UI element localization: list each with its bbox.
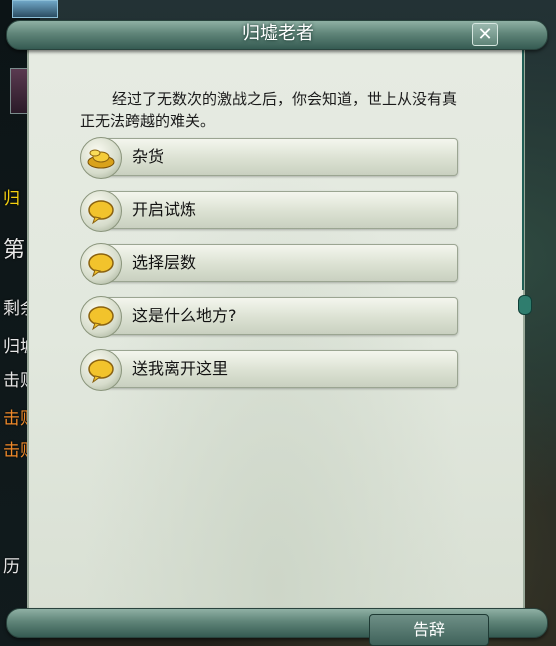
- speech-bubble-icon: [80, 243, 122, 285]
- hud-text-1: 归: [3, 189, 20, 209]
- option-what-place[interactable]: 这是什么地方?: [80, 296, 458, 338]
- option-shop[interactable]: 杂货: [80, 137, 458, 179]
- option-leave[interactable]: 送我离开这里: [80, 349, 458, 391]
- speech-bubble-icon: [80, 296, 122, 338]
- hud-text-2: 第: [3, 238, 26, 263]
- option-label: 开启试炼: [132, 200, 197, 219]
- gold-ingot-icon: [80, 137, 122, 179]
- hud-text-8: 历: [3, 557, 20, 577]
- option-label: 杂货: [132, 147, 165, 166]
- close-button[interactable]: ✕: [472, 23, 498, 46]
- option-start-trial[interactable]: 开启试炼: [80, 190, 458, 232]
- farewell-button[interactable]: 告辞: [369, 614, 489, 646]
- option-label: 选择层数: [132, 253, 197, 272]
- tassel-ornament: [518, 40, 532, 330]
- option-select-floor[interactable]: 选择层数: [80, 243, 458, 285]
- portrait-icon[interactable]: [12, 0, 58, 18]
- option-label: 这是什么地方?: [132, 306, 237, 325]
- npc-intro-text: 经过了无数次的激战之后，你会知道，世上从没有真正无法跨越的难关。: [80, 90, 458, 130]
- option-label: 送我离开这里: [132, 359, 229, 378]
- speech-bubble-icon: [80, 349, 122, 391]
- speech-bubble-icon: [80, 190, 122, 232]
